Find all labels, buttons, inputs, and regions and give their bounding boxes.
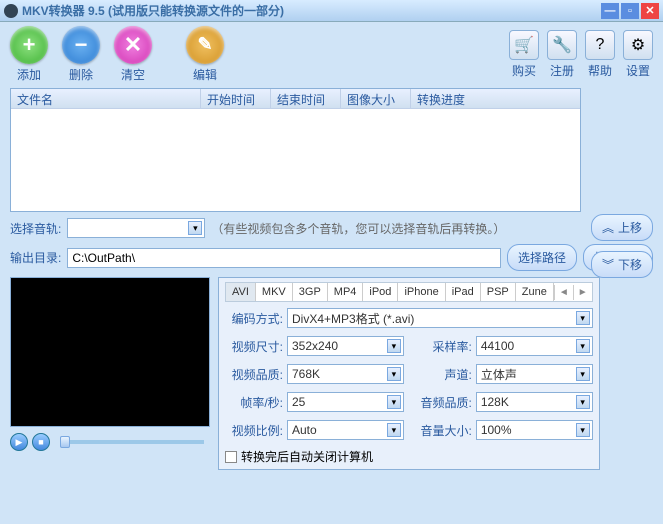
tab-iphone[interactable]: iPhone (398, 283, 445, 301)
slider-thumb[interactable] (60, 436, 70, 448)
dropdown-icon: ▾ (188, 221, 202, 235)
key-icon: 🔧 (547, 30, 577, 60)
settings-button[interactable]: ⚙设置 (623, 30, 653, 79)
audioquality-select[interactable]: 128K▾ (476, 392, 593, 412)
fps-select[interactable]: 25▾ (287, 392, 404, 412)
minus-icon: − (62, 26, 100, 64)
tab-ipad[interactable]: iPad (446, 283, 481, 301)
videoquality-select[interactable]: 768K▾ (287, 364, 404, 384)
dropdown-icon: ▾ (387, 367, 401, 381)
preview-video (10, 277, 210, 427)
tab-ipod[interactable]: iPod (363, 283, 398, 301)
help-icon: ? (585, 30, 615, 60)
app-icon (4, 4, 18, 18)
buy-button[interactable]: 🛒购买 (509, 30, 539, 79)
col-size[interactable]: 图像大小 (341, 89, 411, 108)
chevron-up-icon: ︽ (602, 219, 614, 236)
title-bar: MKV转换器 9.5 (试用版只能转换源文件的一部分) — ▫ ✕ (0, 0, 663, 22)
tab-3gp[interactable]: 3GP (293, 283, 328, 301)
volume-select[interactable]: 100%▾ (476, 420, 593, 440)
audiotrack-hint: （有些视频包含多个音轨，您可以选择音轨后再转换。） (211, 220, 505, 237)
checkbox-icon (225, 451, 237, 463)
tab-zune[interactable]: Zune (516, 283, 554, 301)
dropdown-icon: ▾ (387, 339, 401, 353)
cart-icon: 🛒 (509, 30, 539, 60)
format-settings: AVI MKV 3GP MP4 iPod iPhone iPad PSP Zun… (218, 277, 600, 470)
minimize-button[interactable]: — (601, 3, 619, 19)
plus-icon: + (10, 26, 48, 64)
list-header: 文件名 开始时间 结束时间 图像大小 转换进度 (11, 89, 580, 109)
dropdown-icon: ▾ (576, 423, 590, 437)
move-down-button[interactable]: ︾下移 (591, 251, 653, 278)
col-end[interactable]: 结束时间 (271, 89, 341, 108)
play-button[interactable]: ▶ (10, 433, 28, 451)
tab-next[interactable]: ► (573, 285, 592, 300)
file-list: 文件名 开始时间 结束时间 图像大小 转换进度 (10, 88, 581, 212)
output-path-input[interactable]: C:\OutPath\ (67, 248, 501, 268)
tab-avi[interactable]: AVI (226, 283, 256, 301)
window-title: MKV转换器 9.5 (试用版只能转换源文件的一部分) (22, 2, 601, 19)
maximize-button[interactable]: ▫ (621, 3, 639, 19)
seek-slider[interactable] (60, 440, 204, 444)
tab-mkv[interactable]: MKV (256, 283, 293, 301)
dropdown-icon: ▾ (576, 311, 590, 325)
help-button[interactable]: ?帮助 (585, 30, 615, 79)
col-progress[interactable]: 转换进度 (411, 89, 580, 108)
edit-icon: ✎ (186, 26, 224, 64)
shutdown-checkbox[interactable]: 转换完后自动关闭计算机 (225, 448, 593, 465)
add-button[interactable]: + 添加 (10, 26, 48, 83)
tab-prev[interactable]: ◄ (554, 285, 573, 300)
x-icon: ✕ (114, 26, 152, 64)
gear-icon: ⚙ (623, 30, 653, 60)
channel-select[interactable]: 立体声▾ (476, 364, 593, 384)
col-start[interactable]: 开始时间 (201, 89, 271, 108)
main-toolbar: + 添加 − 删除 ✕ 清空 ✎ 编辑 🛒购买 🔧注册 ?帮助 ⚙设置 (0, 22, 663, 86)
tab-psp[interactable]: PSP (481, 283, 516, 301)
encode-select[interactable]: DivX4+MP3格式 (*.avi)▾ (287, 308, 593, 328)
preview-controls: ▶ ■ (10, 433, 210, 451)
dropdown-icon: ▾ (576, 367, 590, 381)
dropdown-icon: ▾ (576, 339, 590, 353)
stop-button[interactable]: ■ (32, 433, 50, 451)
ratio-select[interactable]: Auto▾ (287, 420, 404, 440)
chevron-down-icon: ︾ (602, 256, 614, 273)
clear-button[interactable]: ✕ 清空 (114, 26, 152, 83)
format-tabs: AVI MKV 3GP MP4 iPod iPhone iPad PSP Zun… (225, 282, 593, 302)
list-body[interactable] (11, 109, 580, 211)
output-row: 输出目录: C:\OutPath\ 选择路径 打开路径 (10, 244, 653, 271)
close-button[interactable]: ✕ (641, 3, 659, 19)
audiotrack-row: 选择音轨: ▾ （有些视频包含多个音轨，您可以选择音轨后再转换。） (10, 218, 653, 238)
edit-button[interactable]: ✎ 编辑 (186, 26, 224, 83)
dropdown-icon: ▾ (387, 395, 401, 409)
dropdown-icon: ▾ (576, 395, 590, 409)
choose-path-button[interactable]: 选择路径 (507, 244, 577, 271)
move-up-button[interactable]: ︽上移 (591, 214, 653, 241)
videosize-select[interactable]: 352x240▾ (287, 336, 404, 356)
audiotrack-select[interactable]: ▾ (67, 218, 205, 238)
samplerate-select[interactable]: 44100▾ (476, 336, 593, 356)
tab-mp4[interactable]: MP4 (328, 283, 364, 301)
col-filename[interactable]: 文件名 (11, 89, 201, 108)
dropdown-icon: ▾ (387, 423, 401, 437)
remove-button[interactable]: − 删除 (62, 26, 100, 83)
register-button[interactable]: 🔧注册 (547, 30, 577, 79)
